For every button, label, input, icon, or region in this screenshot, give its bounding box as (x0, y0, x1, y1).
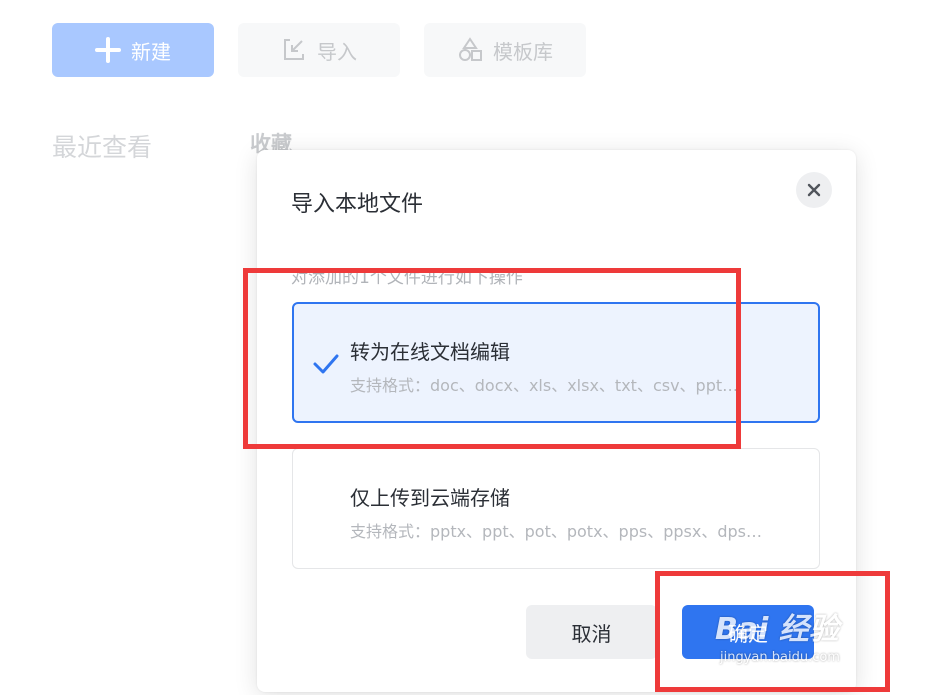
option-title: 仅上传到云端存储 (350, 486, 510, 510)
watermark-logo-text: Bai 经验 (715, 612, 839, 647)
annotation-highlight-option (243, 268, 741, 449)
import-button[interactable]: 导入 (238, 23, 400, 77)
option-formats: 支持格式：pptx、ppt、pot、potx、pps、ppsx、dps… (350, 522, 762, 541)
close-button[interactable] (796, 172, 832, 208)
dialog-title: 导入本地文件 (291, 192, 424, 217)
new-button[interactable]: 新建 (52, 23, 214, 77)
template-library-label: 模板库 (493, 39, 553, 64)
template-library-button[interactable]: 模板库 (424, 23, 586, 77)
import-button-label: 导入 (317, 39, 357, 64)
watermark-url: jingyan.baidu.com (720, 650, 840, 665)
plus-icon (95, 37, 121, 63)
new-button-label: 新建 (131, 39, 171, 64)
cancel-button[interactable]: 取消 (526, 605, 657, 659)
baidu-watermark: Bai 经验 jingyan.baidu.com (715, 604, 895, 674)
close-icon (807, 183, 821, 197)
option-upload-cloud[interactable]: 仅上传到云端存储 支持格式：pptx、ppt、pot、potx、pps、ppsx… (292, 448, 820, 569)
shapes-icon (459, 37, 482, 61)
recent-tab[interactable]: 最近查看 (52, 128, 152, 164)
import-icon (284, 39, 304, 60)
